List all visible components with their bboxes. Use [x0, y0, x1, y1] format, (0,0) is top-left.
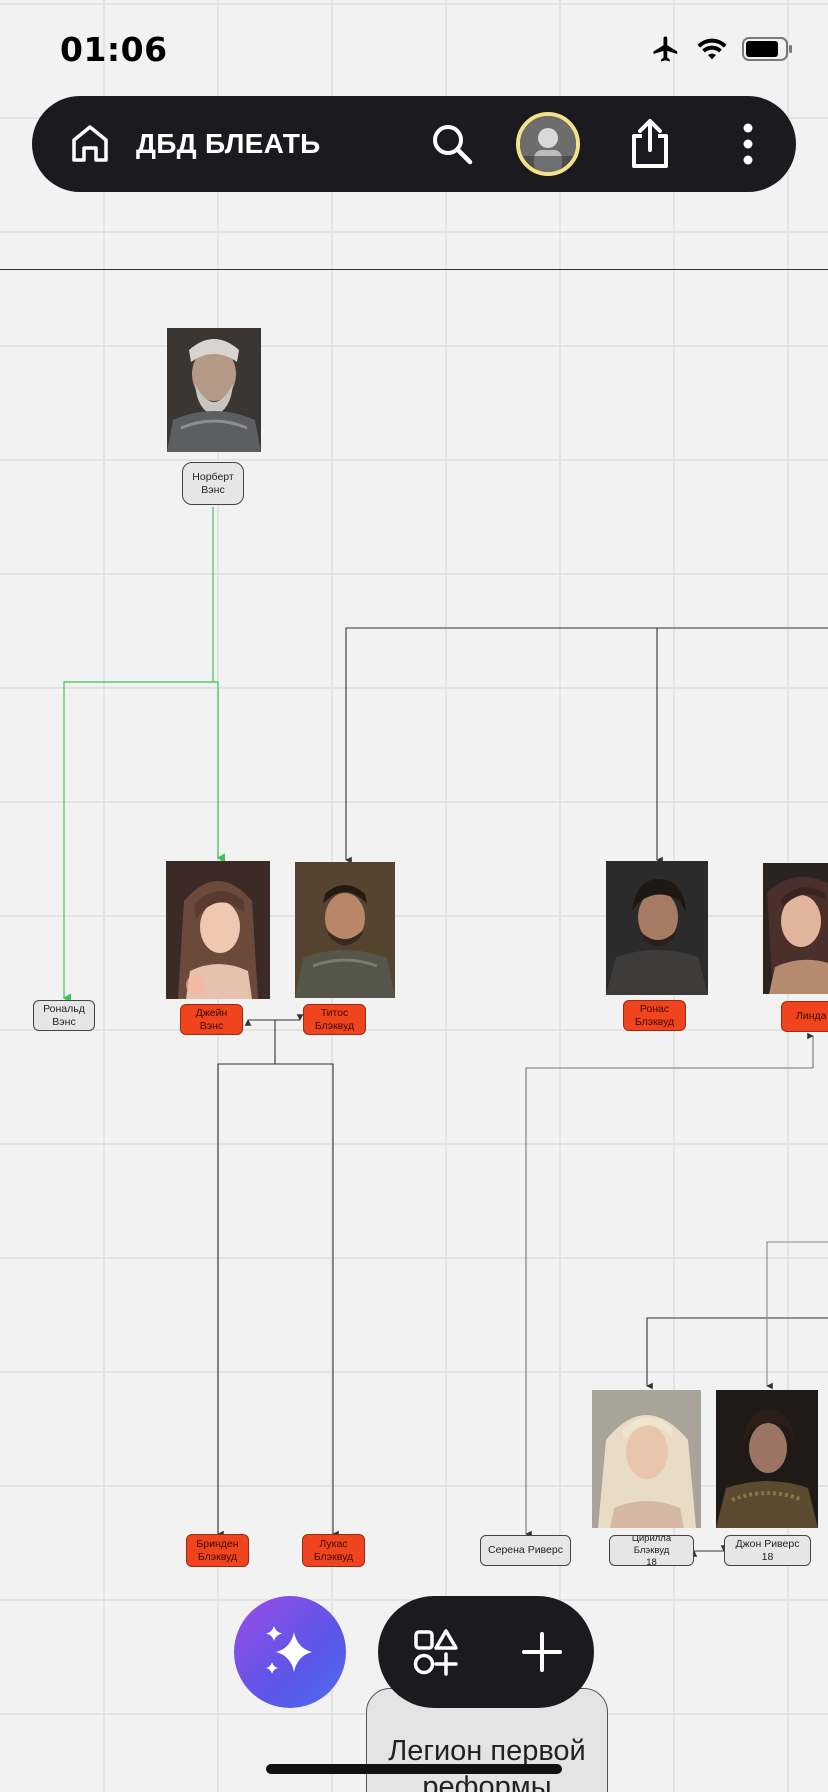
portrait-cirilla[interactable] — [592, 1390, 701, 1528]
node-jane[interactable]: Джейн Вэнс — [180, 1004, 243, 1035]
node-ronald[interactable]: Рональд Вэнс — [33, 1000, 95, 1031]
ai-assist-button[interactable] — [234, 1596, 346, 1708]
node-lukas[interactable]: Лукас Блэквуд — [302, 1534, 365, 1567]
node-cirilla[interactable]: Цирилла Блэквуд 18 — [609, 1535, 694, 1566]
sparkles-icon — [266, 1626, 312, 1674]
node-label: Рональд Вэнс — [43, 1002, 85, 1028]
portrait-jane[interactable] — [166, 861, 270, 999]
portrait-ronas[interactable] — [606, 861, 708, 995]
node-ronas[interactable]: Ронас Блэквуд — [623, 1000, 686, 1031]
node-label: Серена Риверс — [488, 1544, 563, 1556]
node-john[interactable]: Джон Риверс 18 — [724, 1535, 811, 1566]
node-label: Ронас Блэквуд — [634, 1002, 675, 1028]
shapes-icon[interactable] — [412, 1628, 460, 1676]
node-linda[interactable]: Линда — [781, 1001, 828, 1032]
node-label: Бринден Блэквуд — [196, 1537, 239, 1563]
node-titos[interactable]: Титос Блэквуд — [303, 1004, 366, 1035]
node-label: Джейн Вэнс — [195, 1006, 228, 1032]
portrait-norbert[interactable] — [167, 328, 261, 452]
portrait-john[interactable] — [716, 1390, 818, 1528]
plus-icon[interactable] — [518, 1628, 566, 1676]
node-label: Лукас Блэквуд — [313, 1537, 354, 1563]
node-label: Норберт Вэнс — [192, 470, 234, 496]
node-norbert[interactable]: Норберт Вэнс — [182, 462, 244, 505]
node-label: Цирилла Блэквуд 18 — [631, 1535, 672, 1566]
tool-pill — [378, 1596, 594, 1708]
node-label: Джон Риверс 18 — [735, 1537, 800, 1563]
node-label: Титос Блэквуд — [314, 1006, 355, 1032]
node-brinden[interactable]: Бринден Блэквуд — [186, 1534, 249, 1567]
portrait-linda[interactable] — [763, 863, 828, 994]
node-serena[interactable]: Серена Риверс — [480, 1535, 571, 1566]
portrait-titos[interactable] — [295, 862, 395, 998]
home-indicator[interactable] — [266, 1764, 562, 1774]
node-label: Линда — [796, 1010, 827, 1022]
